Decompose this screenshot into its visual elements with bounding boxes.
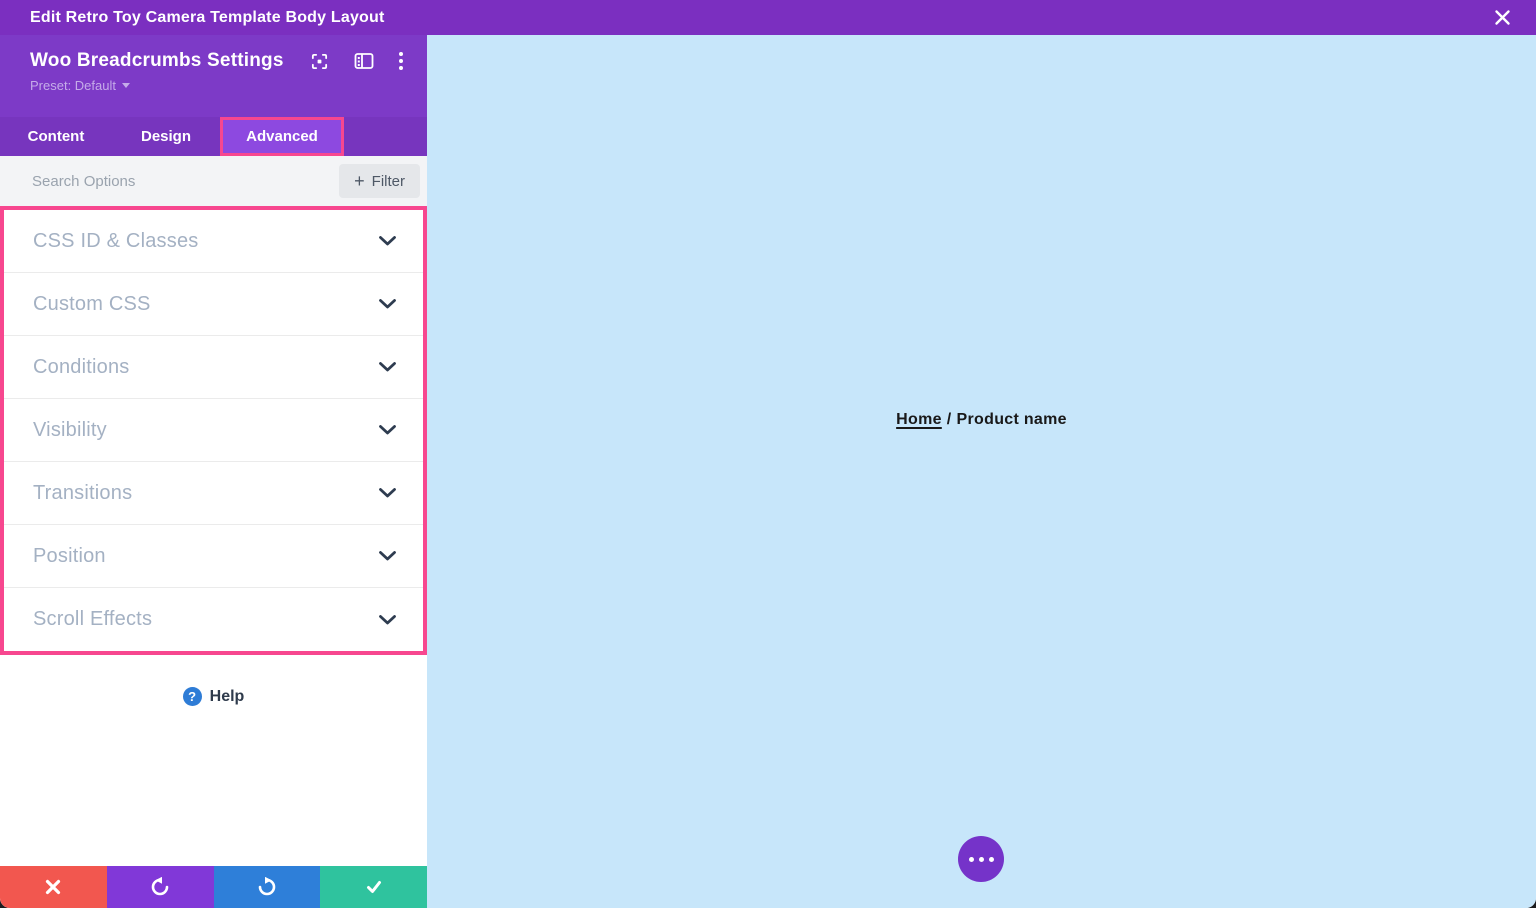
chevron-down-icon (379, 488, 396, 498)
chevron-down-icon (379, 362, 396, 372)
help-link[interactable]: ? Help (0, 687, 427, 706)
breadcrumb: Home / Product name (427, 411, 1536, 429)
focus-preview-icon[interactable] (310, 52, 329, 71)
panel-title: Woo Breadcrumbs Settings (30, 50, 284, 71)
accordion-item-label: CSS ID & Classes (33, 229, 199, 252)
preset-label: Preset: Default (30, 78, 116, 93)
filter-button[interactable]: + Filter (339, 164, 420, 198)
settings-header: Woo Breadcrumbs Settings Preset: Default (0, 35, 427, 117)
accordion-item-scroll-effects[interactable]: Scroll Effects (4, 588, 423, 651)
kebab-menu-icon[interactable] (399, 52, 403, 70)
ellipsis-icon (968, 856, 974, 862)
breadcrumb-separator: / (946, 411, 952, 428)
close-icon (46, 879, 61, 895)
breadcrumb-home-link[interactable]: Home (896, 411, 942, 428)
redo-button[interactable] (213, 866, 321, 908)
chevron-down-icon (379, 236, 396, 246)
top-bar: Edit Retro Toy Camera Template Body Layo… (0, 0, 1536, 35)
preset-dropdown[interactable]: Preset: Default (30, 78, 130, 93)
divi-builder-window: Edit Retro Toy Camera Template Body Layo… (0, 0, 1536, 908)
settings-tabs: Content Design Advanced (0, 117, 427, 156)
accordion-item-conditions[interactable]: Conditions (4, 336, 423, 399)
accordion-item-label: Scroll Effects (33, 608, 153, 630)
search-input[interactable] (32, 172, 340, 190)
accordion-item-visibility[interactable]: Visibility (4, 399, 423, 462)
filter-label: Filter (371, 172, 405, 190)
settings-panel: Woo Breadcrumbs Settings Preset: Default… (0, 35, 427, 908)
chevron-down-icon (379, 551, 396, 561)
module-options-fab[interactable] (958, 836, 1004, 882)
accordion-item-css-id-classes[interactable]: CSS ID & Classes (4, 210, 423, 273)
help-icon: ? (182, 687, 202, 706)
accordion-item-position[interactable]: Position (4, 525, 423, 588)
panel-layout-icon[interactable] (354, 52, 374, 70)
accordion-item-label: Custom CSS (33, 292, 151, 315)
accordion-item-label: Transitions (33, 481, 133, 504)
accordion-item-label: Position (33, 544, 106, 567)
search-options-bar: + Filter (0, 156, 427, 206)
discard-button[interactable] (0, 866, 107, 908)
save-button[interactable] (320, 866, 427, 908)
settings-footer (0, 866, 427, 908)
accordion-item-custom-css[interactable]: Custom CSS (4, 273, 423, 336)
advanced-options-accordion: CSS ID & Classes Custom CSS Conditions V… (0, 206, 427, 655)
help-label: Help (209, 687, 245, 705)
close-icon[interactable] (1484, 0, 1520, 35)
page-title: Edit Retro Toy Camera Template Body Layo… (30, 8, 385, 26)
check-icon (366, 881, 381, 893)
breadcrumb-current: Product name (956, 411, 1067, 428)
redo-icon (258, 877, 276, 896)
chevron-down-icon (379, 425, 396, 435)
plus-icon: + (354, 171, 365, 191)
preview-canvas: Home / Product name (427, 35, 1536, 908)
accordion-item-label: Visibility (33, 418, 107, 441)
chevron-down-icon (379, 299, 396, 309)
tab-design[interactable]: Design (112, 117, 220, 156)
tab-content[interactable]: Content (0, 117, 112, 156)
accordion-item-transitions[interactable]: Transitions (4, 462, 423, 525)
undo-button[interactable] (106, 866, 214, 908)
chevron-down-icon (122, 83, 130, 88)
accordion-item-label: Conditions (33, 355, 130, 378)
tab-advanced[interactable]: Advanced (220, 117, 344, 156)
chevron-down-icon (379, 614, 396, 625)
undo-icon (151, 877, 169, 896)
